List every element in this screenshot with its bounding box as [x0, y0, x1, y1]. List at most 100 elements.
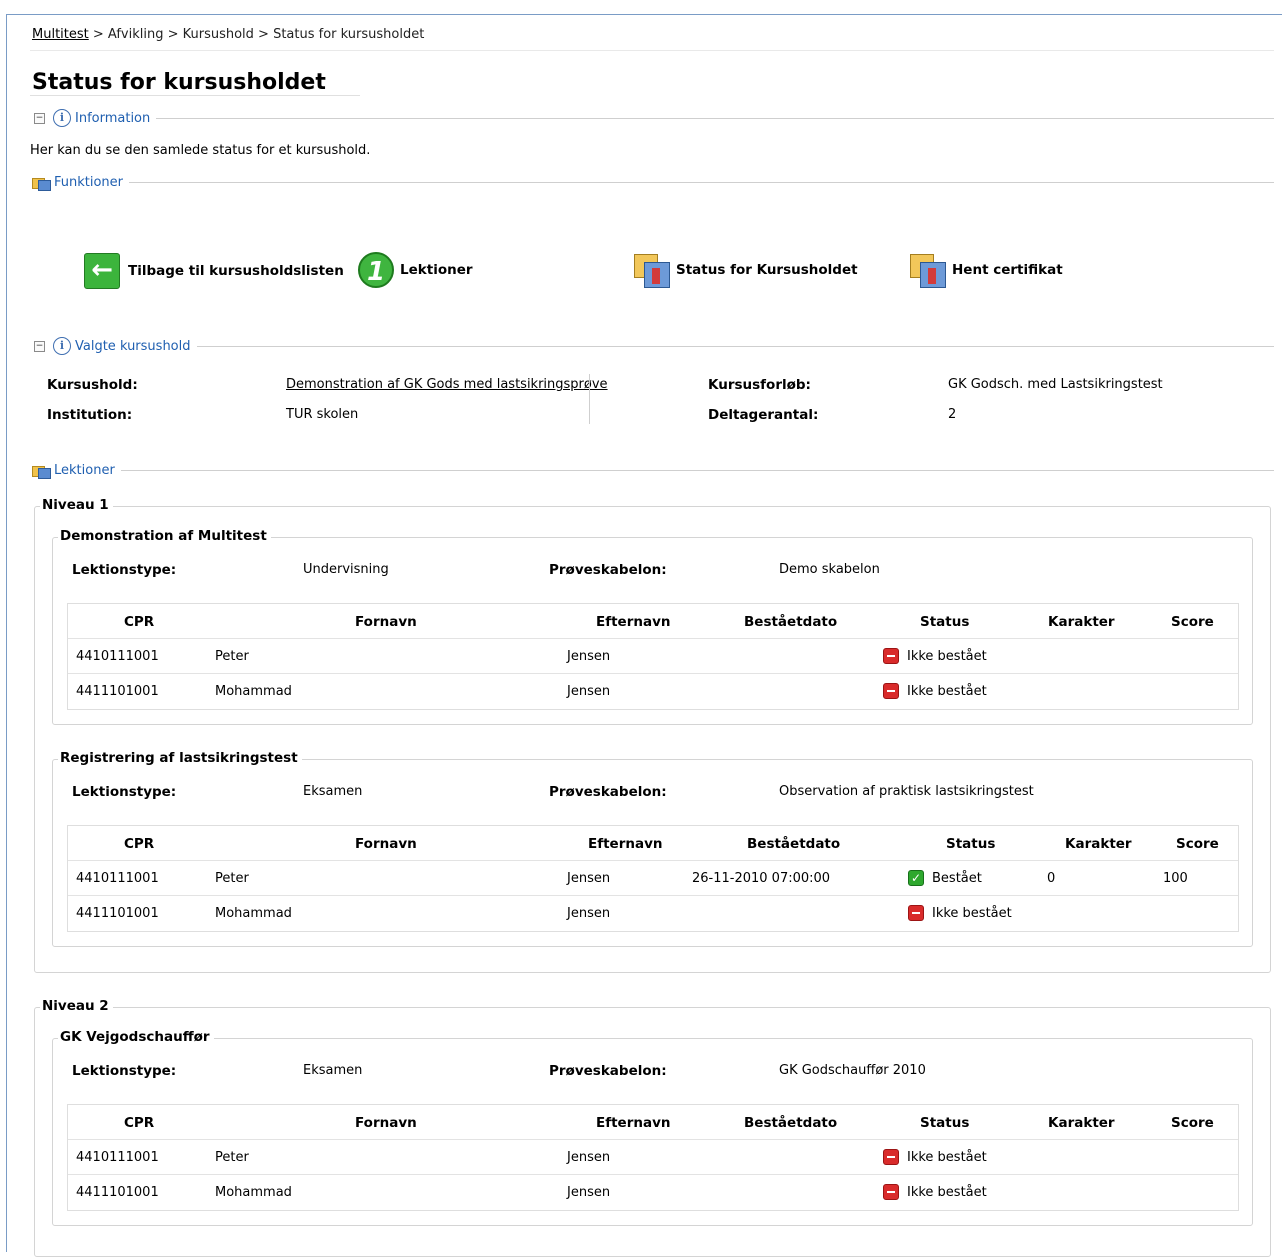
- template-value: Demo skabelon: [779, 562, 880, 577]
- section-selected-label[interactable]: Valgte kursushold: [75, 339, 191, 354]
- lessons-button[interactable]: 1 Lektioner: [358, 252, 473, 288]
- get-certificate-button[interactable]: Hent certifikat: [908, 252, 1063, 288]
- cell-efternavn: Jensen: [567, 871, 611, 886]
- cell-score: 100: [1163, 871, 1188, 886]
- cell-karakter: 0: [1047, 871, 1056, 886]
- lesson-type-label: Lektionstype:: [72, 562, 177, 578]
- col-status[interactable]: Status: [946, 836, 995, 852]
- status-text: Ikke bestået: [932, 905, 1012, 921]
- col-karakter[interactable]: Karakter: [1065, 836, 1132, 852]
- back-to-list-button[interactable]: ← Tilbage til kursusholdslisten: [84, 253, 344, 289]
- status-text: Bestået: [932, 870, 982, 886]
- template-label: Prøveskabelon:: [549, 562, 667, 578]
- lesson-type-value: Undervisning: [303, 562, 389, 577]
- course-status-label: Status for Kursusholdet: [676, 262, 858, 278]
- kursushold-label: Kursushold:: [47, 377, 138, 393]
- fail-icon: [883, 1149, 899, 1165]
- section-information-label[interactable]: Information: [75, 111, 150, 126]
- col-cpr[interactable]: CPR: [124, 1115, 154, 1131]
- col-efternavn[interactable]: Efternavn: [596, 1115, 671, 1131]
- breadcrumb-link-multitest[interactable]: Multitest: [32, 27, 89, 42]
- level-title: Niveau 2: [40, 998, 113, 1014]
- col-score[interactable]: Score: [1171, 614, 1214, 630]
- divider: [196, 345, 1274, 347]
- collapse-icon[interactable]: −: [34, 112, 45, 124]
- cell-status: ✓ Bestået: [908, 870, 982, 886]
- institution-label: Institution:: [47, 407, 133, 423]
- section-functions: Funktioner: [32, 172, 1274, 192]
- cell-cpr: 4411101001: [76, 906, 159, 921]
- divider: [589, 374, 590, 424]
- table-header: CPR Fornavn Efternavn Beståetdato Status…: [68, 1105, 1238, 1140]
- documents-icon: [632, 252, 672, 288]
- description-text: Her kan du se den samlede status for et …: [30, 143, 371, 158]
- section-lessons: Lektioner: [32, 460, 1274, 480]
- section-selected: − i Valgte kursushold: [34, 336, 1274, 356]
- lesson-title: Registrering af lastsikringstest: [58, 750, 302, 766]
- fail-icon: [908, 905, 924, 921]
- cell-status: Ikke bestået: [883, 683, 987, 699]
- results-table: CPR Fornavn Efternavn Beståetdato Status…: [67, 603, 1239, 710]
- fail-icon: [883, 683, 899, 699]
- col-cpr[interactable]: CPR: [124, 836, 154, 852]
- col-bestaaetdato[interactable]: Beståetdato: [744, 614, 837, 630]
- cell-fornavn: Peter: [215, 1150, 249, 1165]
- col-status[interactable]: Status: [920, 1115, 969, 1131]
- get-certificate-label: Hent certifikat: [952, 262, 1063, 278]
- course-status-button[interactable]: Status for Kursusholdet: [632, 252, 858, 288]
- col-fornavn[interactable]: Fornavn: [355, 1115, 417, 1131]
- lesson-type-label: Lektionstype:: [72, 1063, 177, 1079]
- col-bestaaetdato[interactable]: Beståetdato: [744, 1115, 837, 1131]
- info-icon: i: [53, 109, 71, 127]
- cell-efternavn: Jensen: [567, 684, 611, 699]
- back-to-list-label: Tilbage til kursusholdslisten: [128, 263, 344, 279]
- col-fornavn[interactable]: Fornavn: [355, 614, 417, 630]
- col-bestaaetdato[interactable]: Beståetdato: [747, 836, 840, 852]
- results-table: CPR Fornavn Efternavn Beståetdato Status…: [67, 825, 1239, 932]
- lesson-type-label: Lektionstype:: [72, 784, 177, 800]
- col-status[interactable]: Status: [920, 614, 969, 630]
- col-efternavn[interactable]: Efternavn: [588, 836, 663, 852]
- status-text: Ikke bestået: [907, 648, 987, 664]
- col-cpr[interactable]: CPR: [124, 614, 154, 630]
- collapse-icon[interactable]: −: [34, 340, 45, 352]
- lesson-title: GK Vejgodschauffør: [58, 1029, 214, 1045]
- folder-icon: [32, 175, 51, 191]
- col-karakter[interactable]: Karakter: [1048, 614, 1115, 630]
- lesson-type-value: Eksamen: [303, 784, 363, 799]
- fail-icon: [883, 648, 899, 664]
- section-functions-label[interactable]: Funktioner: [54, 175, 123, 190]
- col-score[interactable]: Score: [1176, 836, 1219, 852]
- cell-efternavn: Jensen: [567, 1150, 611, 1165]
- cell-cpr: 4411101001: [76, 684, 159, 699]
- template-value: Observation af praktisk lastsikringstest: [779, 784, 1034, 799]
- col-fornavn[interactable]: Fornavn: [355, 836, 417, 852]
- cell-cpr: 4410111001: [76, 871, 159, 886]
- results-table: CPR Fornavn Efternavn Beståetdato Status…: [67, 1104, 1239, 1211]
- section-lessons-label[interactable]: Lektioner: [54, 463, 115, 478]
- number-one-icon: 1: [358, 252, 394, 288]
- forloeb-value: GK Godsch. med Lastsikringstest: [948, 377, 1163, 392]
- divider: [30, 50, 1274, 51]
- cell-fornavn: Peter: [215, 871, 249, 886]
- documents-icon: [908, 252, 948, 288]
- check-icon: ✓: [908, 870, 924, 886]
- col-score[interactable]: Score: [1171, 1115, 1214, 1131]
- cell-fornavn: Mohammad: [215, 906, 292, 921]
- page-title: Status for kursusholdet: [32, 70, 326, 95]
- cell-fornavn: Mohammad: [215, 684, 292, 699]
- cell-efternavn: Jensen: [567, 906, 611, 921]
- lesson-title: Demonstration af Multitest: [58, 528, 271, 544]
- table-row: 4410111001 Peter Jensen Ikke bestået: [68, 1140, 1238, 1175]
- arrow-left-icon: ←: [84, 253, 120, 289]
- kursushold-link[interactable]: Demonstration af GK Gods med lastsikring…: [286, 377, 608, 392]
- template-label: Prøveskabelon:: [549, 784, 667, 800]
- table-row: 4411101001 Mohammad Jensen Ikke bestået: [68, 896, 1238, 931]
- status-text: Ikke bestået: [907, 1184, 987, 1200]
- col-karakter[interactable]: Karakter: [1048, 1115, 1115, 1131]
- col-efternavn[interactable]: Efternavn: [596, 614, 671, 630]
- divider: [30, 95, 360, 96]
- breadcrumb: Multitest > Afvikling > Kursushold > Sta…: [32, 27, 424, 42]
- table-row: 4411101001 Mohammad Jensen Ikke bestået: [68, 1175, 1238, 1210]
- level-title: Niveau 1: [40, 497, 113, 513]
